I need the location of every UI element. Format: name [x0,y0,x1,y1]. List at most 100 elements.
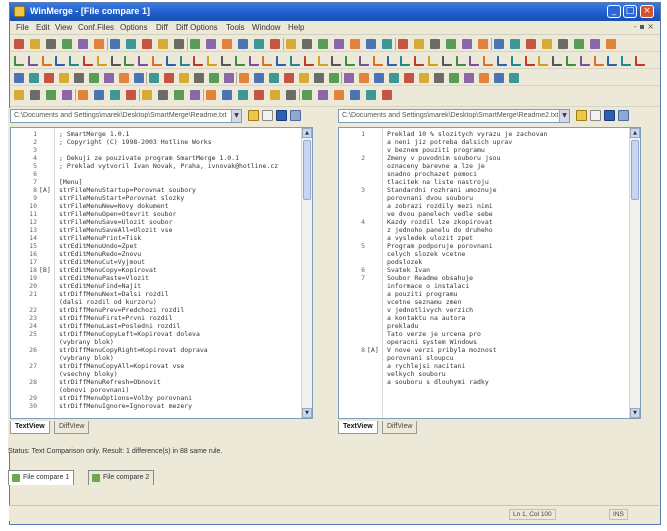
toolbar-button-icon[interactable] [590,39,600,49]
toolbar-button-icon[interactable] [110,90,120,100]
menu-view[interactable]: View [55,23,72,32]
toolbar-button-icon[interactable] [400,56,411,66]
toolbar-button-icon[interactable] [449,73,459,83]
toolbar-button-icon[interactable] [593,56,604,66]
toolbar-button-icon[interactable] [366,39,376,49]
toolbar-button-icon[interactable] [94,39,104,49]
toolbar-button-icon[interactable] [174,90,184,100]
toolbar-button-icon[interactable] [478,39,488,49]
toolbar-button-icon[interactable] [94,90,104,100]
toolbar-button-icon[interactable] [83,56,93,66]
toolbar-button-icon[interactable] [479,73,489,83]
properties-icon[interactable] [618,110,629,121]
toolbar-button-icon[interactable] [303,56,314,66]
folder-icon[interactable] [576,110,587,121]
toolbar-button-icon[interactable] [110,56,121,66]
menu-window[interactable]: Window [252,23,280,32]
toolbar-button-icon[interactable] [190,39,200,49]
left-path-field[interactable]: C:\Documents and Settings\marek\Desktop\… [10,109,242,123]
save-icon[interactable] [276,110,287,121]
toolbar-button-icon[interactable] [552,56,563,66]
toolbar-button-icon[interactable] [46,90,56,100]
toolbar-button-icon[interactable] [254,90,264,100]
toolbar-button-icon[interactable] [14,73,24,83]
toolbar-button-icon[interactable] [574,39,584,49]
toolbar-button-icon[interactable] [494,73,504,83]
tab-file-compare-1[interactable]: File compare 1 [8,470,75,485]
toolbar-button-icon[interactable] [419,73,429,83]
toolbar-button-icon[interactable] [276,56,287,66]
scroll-down-icon[interactable]: ▼ [630,408,640,418]
toolbar-button-icon[interactable] [46,39,56,49]
toolbar-button-icon[interactable] [446,39,456,49]
maximize-button[interactable]: □ [623,5,637,18]
toolbar-button-icon[interactable] [318,39,328,49]
minimize-button[interactable]: _ [607,5,621,18]
close-button[interactable]: × [640,5,654,18]
toolbar-button-icon[interactable] [78,39,88,49]
tab-diffview-left[interactable]: DiffView [54,421,90,434]
toolbar-button-icon[interactable] [27,56,38,66]
save-icon[interactable] [604,110,615,121]
toolbar-button-icon[interactable] [635,56,645,66]
toolbar-button-icon[interactable] [179,73,189,83]
toolbar-button-icon[interactable] [142,39,152,49]
toolbar-button-icon[interactable] [566,56,576,66]
document-icon[interactable] [590,110,601,121]
toolbar-button-icon[interactable] [222,39,232,49]
toolbar-button-icon[interactable] [96,56,107,66]
toolbar-button-icon[interactable] [110,39,120,49]
toolbar-button-icon[interactable] [331,56,342,66]
toolbar-button-icon[interactable] [299,73,309,83]
toolbar-button-icon[interactable] [14,39,24,49]
scroll-up-icon[interactable]: ▲ [630,128,640,138]
toolbar-button-icon[interactable] [62,39,72,49]
toolbar-button-icon[interactable] [607,56,618,66]
toolbar-button-icon[interactable] [414,56,425,66]
toolbar-button-icon[interactable] [238,90,248,100]
toolbar-button-icon[interactable] [142,90,152,100]
document-icon[interactable] [262,110,273,121]
right-editor[interactable]: ▲ ▼ 1 Preklad 10 % slozitych vyrazu je za… [338,127,641,419]
menu-file[interactable]: File [16,23,29,32]
toolbar-button-icon[interactable] [138,56,149,66]
right-scrollbar[interactable]: ▲ ▼ [629,128,640,418]
toolbar-button-icon[interactable] [221,56,231,66]
menu-help[interactable]: Help [288,23,304,32]
right-path-field[interactable]: C:\Documents and Settings\marek\Desktop\… [338,109,570,123]
toolbar-button-icon[interactable] [238,39,248,49]
toolbar-button-icon[interactable] [286,39,296,49]
toolbar-button-icon[interactable] [14,56,24,66]
toolbar-button-icon[interactable] [579,56,590,66]
toolbar-button-icon[interactable] [209,73,219,83]
toolbar-button-icon[interactable] [30,39,40,49]
toolbar-button-icon[interactable] [382,90,392,100]
toolbar-button-icon[interactable] [318,90,328,100]
toolbar-button-icon[interactable] [222,90,232,100]
toolbar-button-icon[interactable] [69,56,80,66]
toolbar-button-icon[interactable] [510,56,521,66]
toolbar-button-icon[interactable] [270,90,280,100]
right-scroll-thumb[interactable] [631,140,639,200]
toolbar-button-icon[interactable] [248,56,259,66]
toolbar-button-icon[interactable] [290,56,300,66]
toolbar-button-icon[interactable] [374,73,384,83]
toolbar-button-icon[interactable] [164,73,174,83]
toolbar-button-icon[interactable] [350,39,360,49]
toolbar-button-icon[interactable] [134,73,144,83]
toolbar-button-icon[interactable] [386,56,397,66]
toolbar-button-icon[interactable] [30,90,40,100]
toolbar-button-icon[interactable] [89,73,99,83]
toolbar-button-icon[interactable] [286,90,296,100]
menu-diff-options[interactable]: Diff Options [176,23,218,32]
toolbar-button-icon[interactable] [372,56,383,66]
toolbar-button-icon[interactable] [74,73,84,83]
toolbar-button-icon[interactable] [158,90,168,100]
toolbar-button-icon[interactable] [206,39,216,49]
toolbar-button-icon[interactable] [207,56,218,66]
toolbar-button-icon[interactable] [317,56,328,66]
toolbar-button-icon[interactable] [44,73,54,83]
menu-diff[interactable]: Diff [156,23,168,32]
toolbar-button-icon[interactable] [269,73,279,83]
toolbar-button-icon[interactable] [104,73,114,83]
